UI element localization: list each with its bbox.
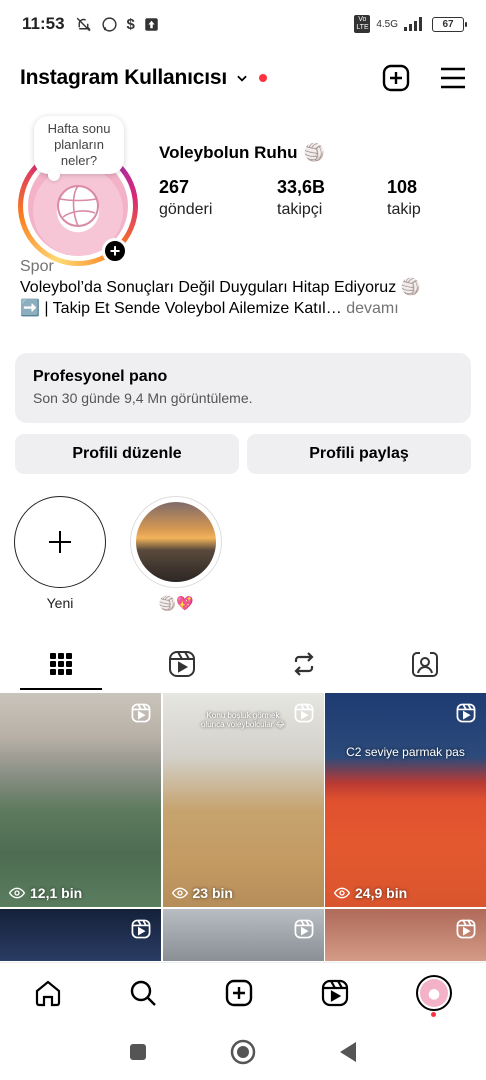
stat-label: takipçi (277, 201, 323, 218)
reel-badge-icon (131, 919, 151, 939)
tab-reels[interactable] (122, 638, 244, 690)
profile-stats: 267 gönderi 33,6B takipçi 108 takip (159, 177, 467, 219)
eye-icon (171, 887, 188, 899)
new-highlight-circle[interactable] (14, 496, 106, 588)
reel-badge-icon (294, 919, 313, 939)
whatsapp-icon (101, 16, 117, 32)
story-highlights: Yeni 🏐💖 (14, 496, 222, 612)
status-bar: 11:53 $ Vo LTE 4.5G 67 (0, 0, 486, 48)
plus-icon (49, 531, 71, 553)
display-name: Voleybolun Ruhu 🏐 (159, 143, 325, 163)
home-button-icon[interactable] (230, 1039, 256, 1065)
status-time: 11:53 (22, 14, 65, 33)
post-tile[interactable]: C2 seviye parmak pas 24,9 bin (325, 693, 486, 907)
volleyball-emoji: 🏐 (303, 143, 325, 162)
edit-profile-button[interactable]: Profili düzenle (15, 434, 239, 474)
profile-nav-avatar[interactable] (416, 974, 453, 1017)
volleyball-icon (57, 185, 99, 227)
stat-value: 267 (159, 177, 190, 197)
stat-label: takip (387, 201, 421, 218)
highlight-label: Yeni (46, 595, 74, 611)
view-count-text: 12,1 bin (30, 885, 83, 901)
highlight-cover[interactable] (130, 496, 222, 588)
view-count-text: 24,9 bin (355, 885, 408, 901)
post-view-count: 23 bin (171, 885, 233, 901)
post-tile[interactable]: 12,1 bin (0, 693, 161, 907)
battery-level: 67 (442, 18, 454, 30)
note-bubble[interactable]: Hafta sonu planların neler? (34, 116, 124, 181)
posts-count[interactable]: 267 gönderi (159, 177, 277, 219)
sunset-image (136, 502, 216, 582)
professional-dashboard[interactable]: Profesyonel pano Son 30 günde 9,4 Mn gör… (15, 353, 471, 423)
following-count[interactable]: 108 takip (387, 177, 467, 219)
notification-dot (259, 74, 268, 82)
highlight-item[interactable]: 🏐💖 (130, 496, 222, 612)
create-post-icon[interactable] (382, 64, 410, 92)
battery-icon: 67 (432, 16, 467, 32)
avatar-image (420, 978, 449, 1007)
reels-nav-icon[interactable] (321, 979, 349, 1007)
bio-line-2: ➡️ | Takip Et Sende Voleybol Ailemize Ka… (20, 300, 342, 317)
eye-icon (9, 887, 25, 899)
dashboard-title: Profesyonel pano (33, 368, 168, 385)
search-icon[interactable] (129, 979, 157, 1007)
bio-more-link[interactable]: devamı (346, 300, 398, 317)
volte-badge: Vo LTE (354, 15, 371, 33)
post-tile[interactable] (162, 909, 324, 961)
create-icon[interactable] (225, 979, 253, 1007)
profile-header: Instagram Kullanıcısı (0, 56, 486, 100)
back-button-icon[interactable] (338, 1041, 358, 1063)
signal-icon (404, 17, 422, 31)
grid-icon (49, 653, 72, 675)
system-navigation (0, 1024, 486, 1080)
dollar-icon: $ (126, 15, 135, 33)
upload-icon (145, 17, 158, 31)
reels-icon (169, 651, 196, 677)
display-name-text: Voleybolun Ruhu (159, 143, 298, 162)
post-view-count: 24,9 bin (334, 885, 407, 901)
reel-badge-icon (294, 703, 313, 723)
post-caption-overlay: C2 seviye parmak pas (346, 745, 465, 759)
account-switcher-username[interactable]: Instagram Kullanıcısı (20, 66, 227, 90)
home-icon[interactable] (34, 979, 62, 1007)
followers-count[interactable]: 33,6B takipçi (277, 177, 387, 219)
recents-button-icon[interactable] (128, 1042, 148, 1062)
reel-badge-icon (131, 703, 151, 723)
highlight-label: 🏐💖 (158, 595, 194, 611)
bottom-navigation (0, 962, 486, 1022)
muted-bell-icon (76, 17, 91, 31)
post-view-count: 12,1 bin (9, 885, 82, 901)
network-type: 4.5G (376, 18, 398, 30)
notification-dot (431, 1011, 437, 1017)
bio-line-2-wrap: ➡️ | Takip Et Sende Voleybol Ailemize Ka… (20, 298, 470, 319)
posts-grid: 12,1 bin Konu boşluk görmek olunca voley… (0, 693, 486, 961)
bio-line-1: Voleybol’da Sonuçları Değil Duyguları Hi… (20, 279, 421, 296)
post-tile[interactable]: Konu boşluk görmek olunca voleybolcular … (162, 693, 324, 907)
chevron-down-icon[interactable] (235, 71, 249, 85)
reel-badge-icon (456, 703, 476, 723)
menu-icon[interactable] (440, 67, 466, 89)
post-tile[interactable] (0, 909, 161, 961)
tab-reposts[interactable] (243, 638, 365, 690)
bio: Spor Voleybol’da Sonuçları Değil Duygula… (20, 256, 470, 319)
new-highlight-button[interactable]: Yeni (14, 496, 106, 612)
profile-tabs (0, 638, 486, 690)
dashboard-subtitle: Son 30 günde 9,4 Mn görüntüleme. (33, 390, 253, 406)
post-tile[interactable] (325, 909, 486, 961)
tab-grid[interactable] (0, 638, 122, 690)
stat-value: 108 (387, 177, 418, 197)
profile-category: Spor (20, 258, 54, 275)
view-count-text: 23 bin (192, 885, 233, 901)
tagged-icon (412, 652, 439, 677)
eye-icon (334, 887, 350, 899)
repost-icon (294, 652, 314, 676)
share-profile-button[interactable]: Profili paylaş (247, 434, 471, 474)
profile-action-buttons: Profili düzenle Profili paylaş (15, 434, 471, 474)
stat-label: gönderi (159, 201, 213, 218)
stat-value: 33,6B (277, 177, 326, 197)
tab-tagged[interactable] (365, 638, 486, 690)
reel-badge-icon (456, 919, 476, 939)
